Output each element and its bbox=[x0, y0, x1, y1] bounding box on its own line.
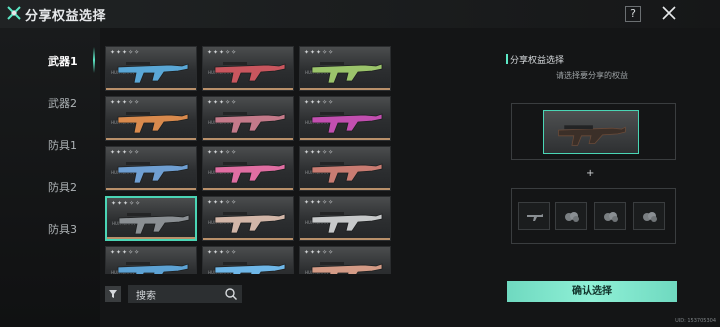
weapon-icon bbox=[117, 112, 189, 134]
attachment-slot-1[interactable] bbox=[555, 202, 587, 230]
weapon-card[interactable]: ✦✦✦✧✧HUNTSMAN bbox=[299, 146, 391, 191]
weapon-icon bbox=[311, 112, 383, 134]
item-grid: ✦✦✦✧✧HUNTSMAN✦✦✦✧✧HUNTSMAN✦✦✦✧✧HUNTSMAN✦… bbox=[105, 46, 393, 274]
rarity-bar bbox=[203, 188, 293, 190]
weapon-icon bbox=[311, 62, 383, 84]
cloud-icon bbox=[643, 212, 657, 222]
tab-weapon-2[interactable]: 武器2 bbox=[30, 87, 95, 129]
weapon-icon bbox=[214, 112, 286, 134]
weapon-card[interactable]: ✦✦✦✧✧HUNTSMAN bbox=[105, 46, 197, 91]
weapon-icon bbox=[117, 262, 189, 274]
cloud-icon bbox=[604, 212, 618, 222]
weapon-icon bbox=[311, 262, 383, 274]
weapon-icon bbox=[214, 62, 286, 84]
rarity-bar bbox=[300, 138, 390, 140]
title-bar: 分享权益选择 ? bbox=[0, 0, 720, 28]
rarity-bar bbox=[203, 238, 293, 240]
tab-weapon-1[interactable]: 武器1 bbox=[30, 45, 95, 87]
weapon-icon bbox=[117, 162, 189, 184]
weapon-card[interactable]: ✦✦✦✧✧HUNTSMAN bbox=[299, 46, 391, 91]
plus-sign: + bbox=[586, 168, 595, 179]
attachment-slot-weapon[interactable] bbox=[518, 202, 550, 230]
weapon-card[interactable]: ✦✦✦✧✧HUNTSMAN bbox=[299, 246, 391, 274]
attachment-slot-2[interactable] bbox=[594, 202, 626, 230]
page-title: 分享权益选择 bbox=[25, 9, 107, 24]
rarity-bar bbox=[106, 88, 196, 90]
weapon-icon bbox=[311, 212, 383, 234]
rarity-bar bbox=[300, 88, 390, 90]
weapon-icon bbox=[117, 62, 189, 84]
weapon-card[interactable]: ✦✦✦✧✧HUNTSMAN bbox=[105, 196, 197, 241]
weapon-card[interactable]: ✦✦✦✧✧HUNTSMAN bbox=[202, 96, 294, 141]
weapon-icon bbox=[311, 162, 383, 184]
weapon-card[interactable]: ✦✦✦✧✧HUNTSMAN bbox=[202, 46, 294, 91]
weapon-card[interactable]: ✦✦✦✧✧HUNTSMAN bbox=[105, 246, 197, 274]
close-icon[interactable] bbox=[660, 4, 678, 22]
share-logo-icon bbox=[7, 6, 21, 20]
rarity-bar bbox=[106, 138, 196, 140]
tab-armor-2[interactable]: 防具2 bbox=[30, 171, 95, 213]
weapon-card[interactable]: ✦✦✦✧✧HUNTSMAN bbox=[105, 146, 197, 191]
search-icon[interactable] bbox=[224, 287, 238, 301]
search-input[interactable]: 搜索 bbox=[128, 285, 242, 303]
weapon-card[interactable]: ✦✦✦✧✧HUNTSMAN bbox=[105, 96, 197, 141]
rarity-bar bbox=[300, 238, 390, 240]
gun-icon bbox=[527, 214, 543, 221]
weapon-card[interactable]: ✦✦✦✧✧HUNTSMAN bbox=[299, 96, 391, 141]
weapon-icon bbox=[118, 213, 190, 235]
cloud-icon bbox=[565, 212, 579, 222]
weapon-icon bbox=[214, 162, 286, 184]
weapon-card[interactable]: ✦✦✦✧✧HUNTSMAN bbox=[202, 246, 294, 274]
rarity-bar bbox=[203, 88, 293, 90]
filter-button[interactable] bbox=[105, 286, 121, 302]
rifle-icon bbox=[558, 125, 626, 146]
rarity-bar bbox=[106, 188, 196, 190]
attachment-slot-3[interactable] bbox=[633, 202, 665, 230]
panel-title: 分享权益选择 bbox=[505, 53, 564, 66]
rarity-bar bbox=[107, 237, 195, 239]
tab-armor-1[interactable]: 防具1 bbox=[30, 129, 95, 171]
weapon-card[interactable]: ✦✦✦✧✧HUNTSMAN bbox=[202, 196, 294, 241]
category-tabs: 武器1 武器2 防具1 防具2 防具3 bbox=[30, 45, 95, 255]
rarity-bar bbox=[203, 138, 293, 140]
rarity-bar bbox=[300, 188, 390, 190]
help-button[interactable]: ? bbox=[625, 6, 641, 22]
weapon-icon bbox=[214, 212, 286, 234]
search-placeholder: 搜索 bbox=[136, 291, 156, 302]
weapon-icon bbox=[214, 262, 286, 274]
tab-armor-3[interactable]: 防具3 bbox=[30, 213, 95, 255]
filter-icon bbox=[109, 290, 117, 298]
confirm-button[interactable]: 确认选择 bbox=[507, 281, 677, 302]
weapon-card[interactable]: ✦✦✦✧✧HUNTSMAN bbox=[299, 196, 391, 241]
weapon-card[interactable]: ✦✦✦✧✧HUNTSMAN bbox=[202, 146, 294, 191]
selected-weapon-preview[interactable] bbox=[543, 110, 639, 154]
user-id: UID: 153705304 bbox=[675, 318, 716, 324]
panel-subtitle: 请选择要分享的权益 bbox=[556, 71, 628, 80]
